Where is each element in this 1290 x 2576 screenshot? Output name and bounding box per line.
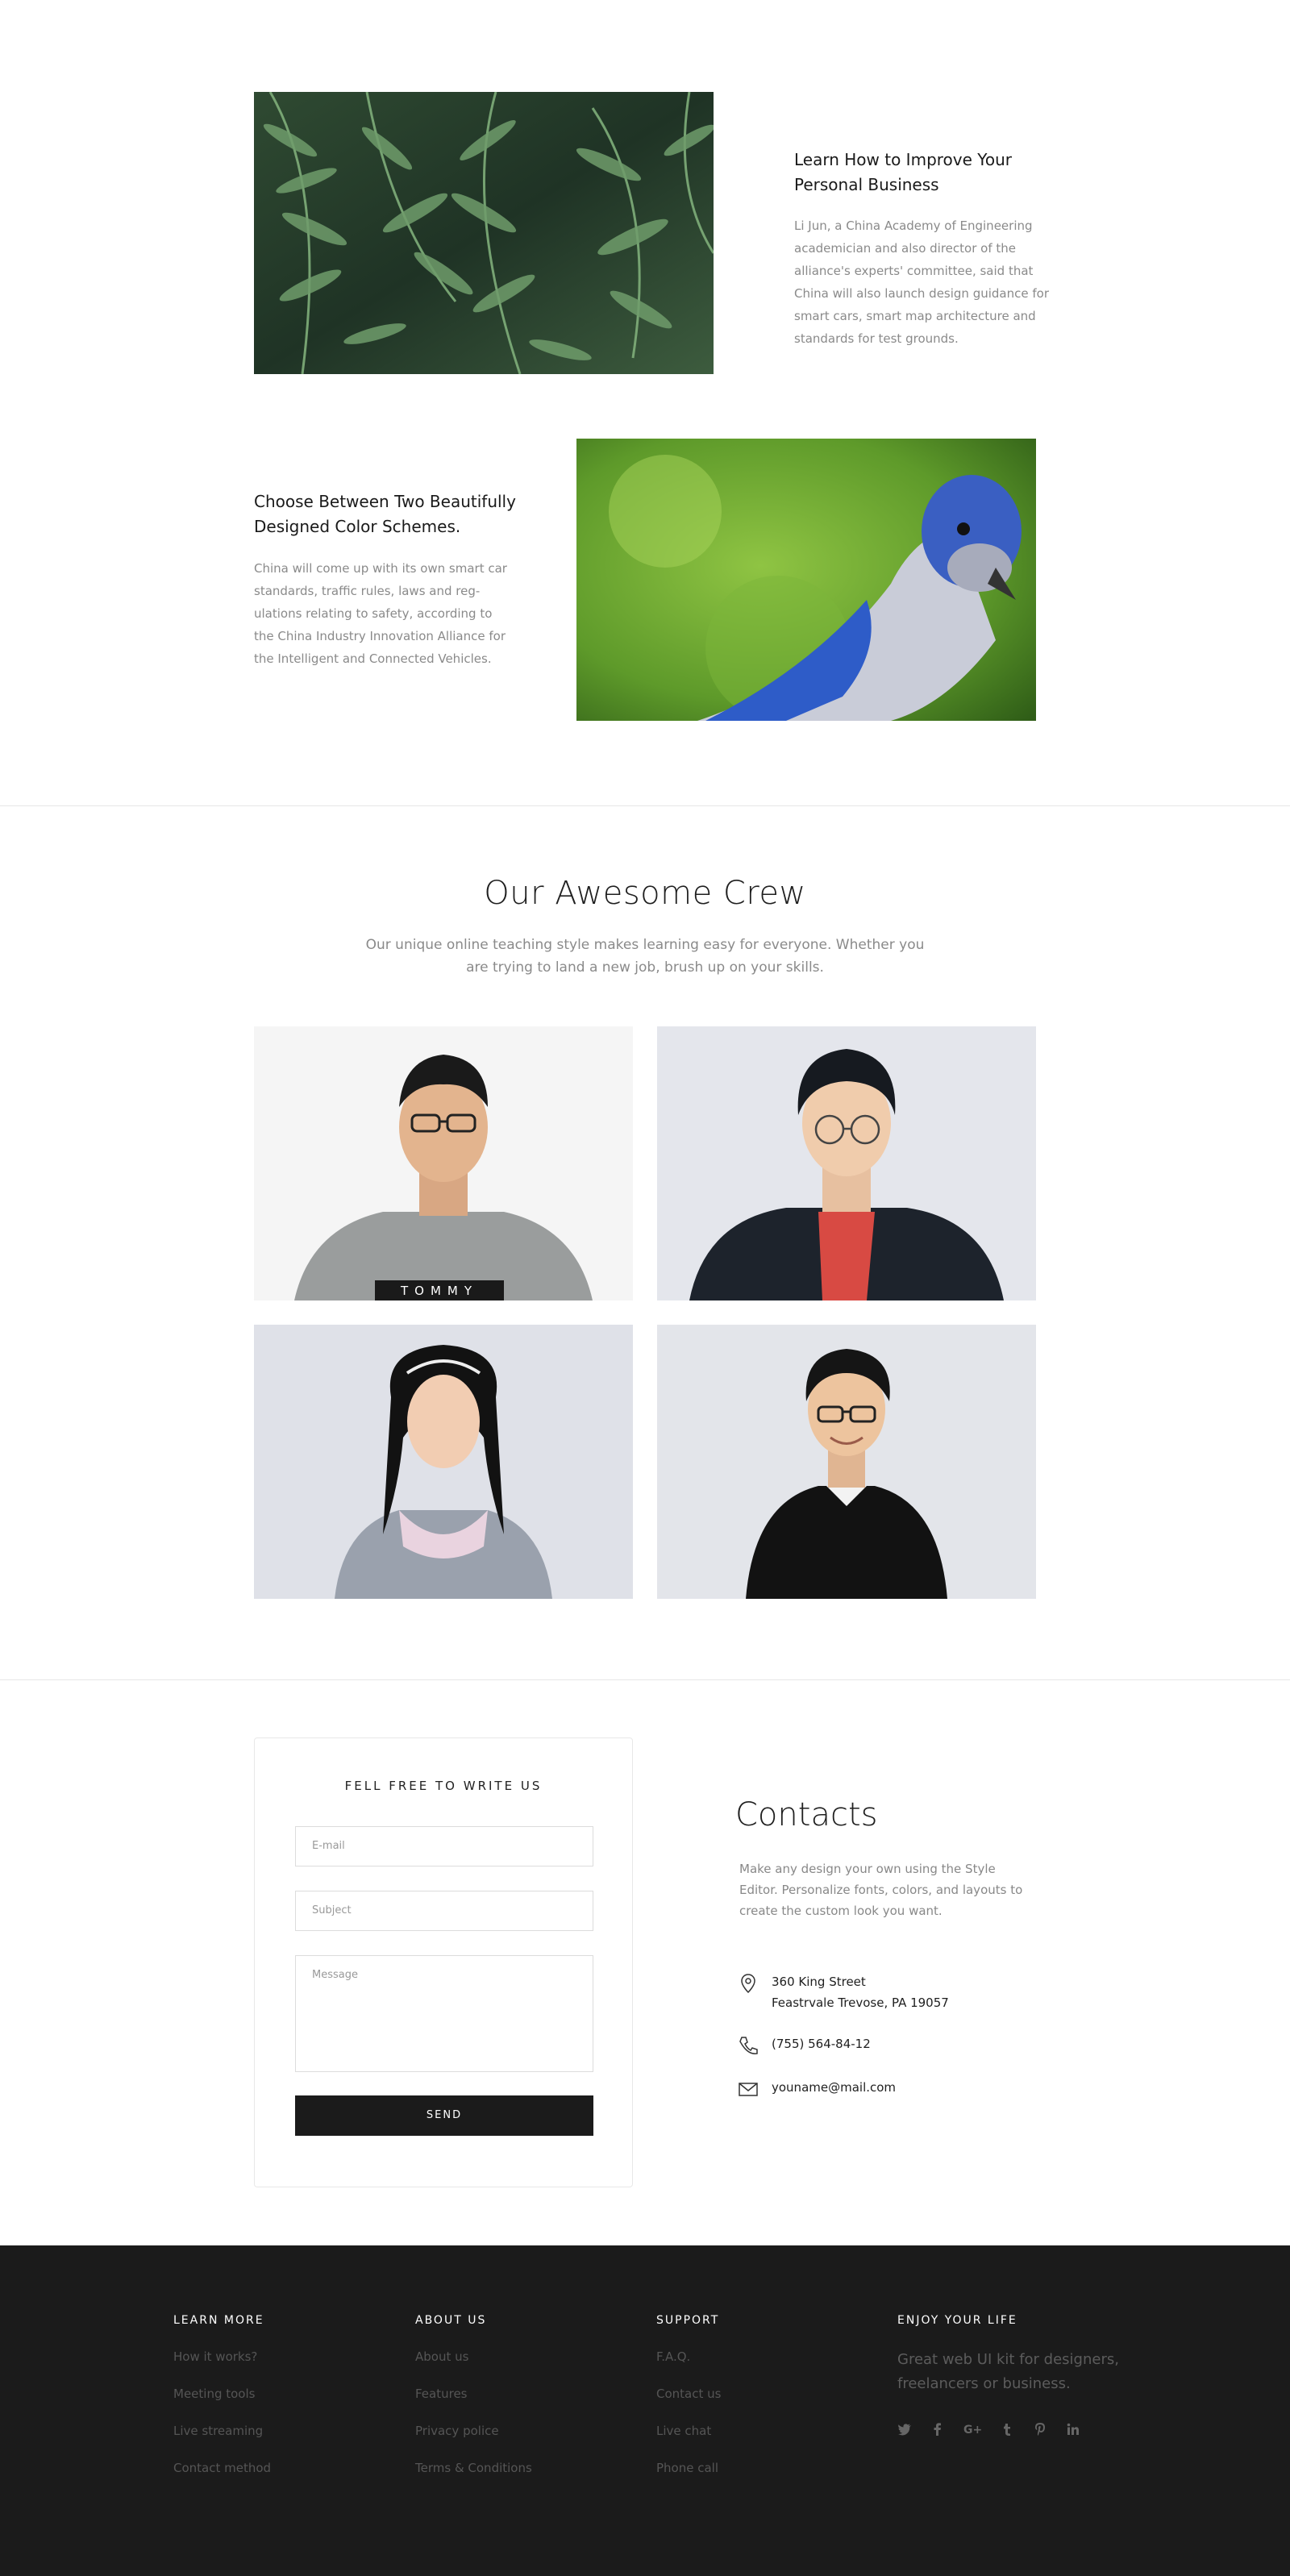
google-plus-icon[interactable]: G+: [963, 2422, 981, 2437]
social-links: G+: [897, 2422, 1131, 2437]
footer-col-about-us: ABOUT US About us Features Privacy polic…: [415, 2314, 532, 2496]
feature-2-title: Choose Between Two Beautifully Designed …: [254, 492, 516, 536]
svg-text:G+: G+: [963, 2424, 981, 2437]
linkedin-icon[interactable]: [1066, 2422, 1080, 2437]
phone-icon: [739, 2037, 758, 2054]
form-title: FELL FREE TO WRITE US: [344, 1779, 543, 1793]
blue-bird-photo: [576, 439, 1036, 721]
footer-tagline: Great web UI kit for designers, freelanc…: [897, 2351, 1119, 2392]
footer-link[interactable]: How it works?: [173, 2348, 271, 2385]
footer-link[interactable]: Meeting tools: [173, 2385, 271, 2422]
footer-heading: LEARN MORE: [173, 2314, 264, 2327]
crew-title: Our Awesome Crew: [484, 875, 806, 912]
location-pin-icon: [741, 1974, 755, 1994]
footer: LEARN MORE How it works? Meeting tools L…: [0, 2245, 1290, 2576]
footer-link[interactable]: Features: [415, 2385, 532, 2422]
footer-link[interactable]: Privacy police: [415, 2422, 532, 2459]
footer-heading: ENJOY YOUR LIFE: [897, 2314, 1017, 2327]
address-row: 360 King Street Feastrvale Trevose, PA 1…: [738, 1971, 949, 2013]
feature-1-title: Learn How to Improve Your Personal Busin…: [794, 150, 1012, 194]
footer-heading: SUPPORT: [656, 2314, 720, 2327]
address-line-2: Feastrvale Trevose, PA 19057: [772, 1995, 949, 2010]
email-address[interactable]: youname@mail.com: [772, 2077, 896, 2098]
footer-link[interactable]: Live chat: [656, 2422, 721, 2459]
crew-subtitle: Our unique online teaching style makes l…: [365, 937, 925, 976]
phone-number[interactable]: (755) 564-84-12: [772, 2033, 871, 2054]
facebook-icon[interactable]: [930, 2422, 945, 2437]
feature-2-text: China will come up with its own smart ca…: [254, 561, 507, 666]
email-row: youname@mail.com: [738, 2077, 896, 2100]
fern-leaves-photo: [254, 92, 714, 374]
email-field[interactable]: E-mail: [295, 1826, 593, 1866]
footer-link[interactable]: Phone call: [656, 2459, 721, 2496]
crew-member-3-photo: [254, 1325, 633, 1599]
address-line-1: 360 King Street: [772, 1975, 866, 1989]
footer-link[interactable]: About us: [415, 2348, 532, 2385]
crew-member-4-photo: [657, 1325, 1036, 1599]
pinterest-icon[interactable]: [1033, 2422, 1047, 2437]
footer-heading: ABOUT US: [415, 2314, 487, 2327]
phone-row: (755) 564-84-12: [738, 2033, 871, 2056]
section-divider-1: [0, 805, 1290, 806]
footer-col-enjoy: ENJOY YOUR LIFE Great web UI kit for des…: [897, 2314, 1131, 2437]
contact-form: FELL FREE TO WRITE US E-mail Subject Mes…: [254, 1737, 633, 2187]
contacts-title: Contacts: [735, 1796, 878, 1833]
feature-1-text: Li Jun, a China Academy of Engineering a…: [794, 218, 1049, 346]
contacts-text: Make any design your own using the Style…: [739, 1862, 1023, 1918]
subject-field[interactable]: Subject: [295, 1891, 593, 1931]
tumblr-icon[interactable]: [1000, 2422, 1014, 2437]
footer-link[interactable]: Contact method: [173, 2459, 271, 2496]
footer-col-learn-more: LEARN MORE How it works? Meeting tools L…: [173, 2314, 271, 2496]
footer-link[interactable]: Terms & Conditions: [415, 2459, 532, 2496]
crew-member-1-photo: TOMMY: [254, 1026, 633, 1300]
shirt-text: TOMMY: [400, 1284, 478, 1298]
section-divider-2: [0, 1679, 1290, 1680]
footer-link[interactable]: Live streaming: [173, 2422, 271, 2459]
crew-member-2-photo: [657, 1026, 1036, 1300]
footer-link[interactable]: Contact us: [656, 2385, 721, 2422]
footer-col-support: SUPPORT F.A.Q. Contact us Live chat Phon…: [656, 2314, 721, 2496]
send-button[interactable]: SEND: [295, 2095, 593, 2136]
message-field[interactable]: Message: [295, 1955, 593, 2072]
twitter-icon[interactable]: [897, 2422, 912, 2437]
footer-link[interactable]: F.A.Q.: [656, 2348, 721, 2385]
mail-icon: [739, 2083, 758, 2096]
